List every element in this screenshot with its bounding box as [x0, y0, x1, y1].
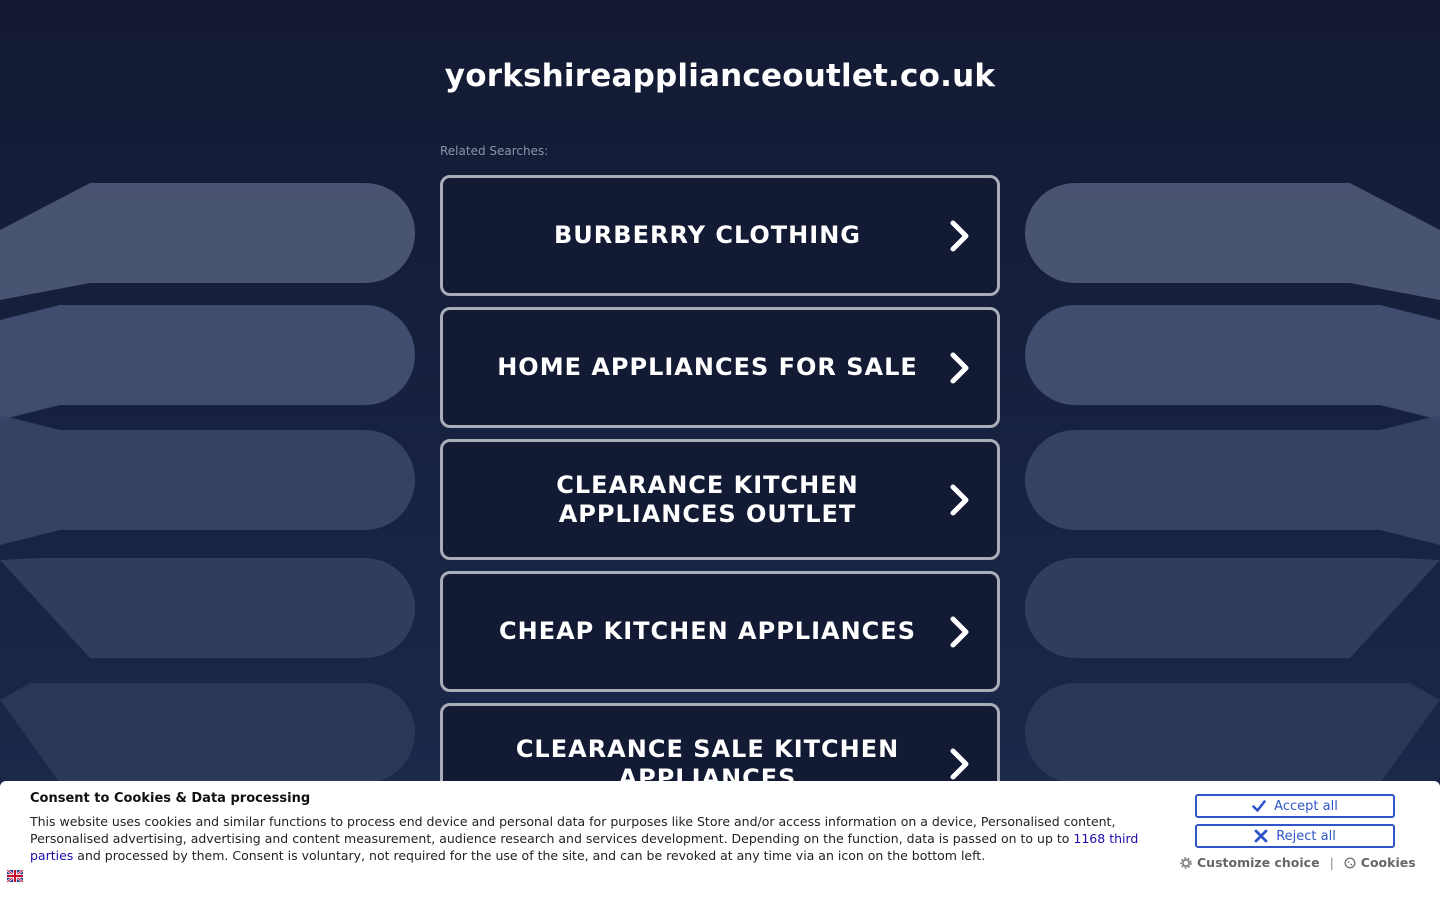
- consent-text-end: and processed by them. Consent is volunt…: [73, 848, 986, 863]
- accept-all-label: Accept all: [1274, 798, 1338, 814]
- reject-all-label: Reject all: [1276, 828, 1336, 844]
- search-item-clearance-kitchen-appliances-outlet[interactable]: CLEARANCE KITCHEN APPLIANCES OUTLET: [440, 439, 1000, 560]
- chevron-right-icon: [950, 352, 969, 383]
- accept-all-button[interactable]: Accept all: [1195, 794, 1395, 818]
- consent-text: This website uses cookies and similar fu…: [30, 813, 1165, 864]
- search-item-label: BURBERRY CLOTHING: [554, 221, 861, 249]
- search-item-home-appliances-for-sale[interactable]: HOME APPLIANCES FOR SALE: [440, 307, 1000, 428]
- chevron-right-icon: [950, 748, 969, 779]
- cookies-link[interactable]: Cookies: [1344, 855, 1416, 870]
- related-searches-list: BURBERRY CLOTHING HOME APPLIANCES FOR SA…: [440, 175, 1000, 835]
- customize-choice-link[interactable]: Customize choice: [1180, 855, 1320, 870]
- cookies-label: Cookies: [1360, 855, 1416, 870]
- chevron-right-icon: [950, 616, 969, 647]
- link-separator: |: [1329, 855, 1334, 870]
- parked-domain-page: yorkshireapplianceoutlet.co.uk Related S…: [0, 0, 1440, 900]
- search-item-label: HOME APPLIANCES FOR SALE: [497, 353, 918, 381]
- customize-choice-label: Customize choice: [1197, 855, 1320, 870]
- uk-flag-icon[interactable]: [7, 870, 23, 882]
- related-searches-label: Related Searches:: [440, 144, 549, 158]
- gear-icon: [1180, 856, 1192, 869]
- consent-secondary-links: Customize choice | Cookies: [1180, 855, 1420, 870]
- cookie-consent-banner: Consent to Cookies & Data processing Thi…: [0, 781, 1440, 900]
- consent-text-start: This website uses cookies and similar fu…: [30, 814, 1116, 846]
- search-item-label: CLEARANCE KITCHEN APPLIANCES OUTLET: [556, 470, 859, 528]
- search-item-cheap-kitchen-appliances[interactable]: CHEAP KITCHEN APPLIANCES: [440, 571, 1000, 692]
- search-item-label: CHEAP KITCHEN APPLIANCES: [499, 617, 916, 645]
- x-icon: [1254, 829, 1268, 843]
- chevron-right-icon: [950, 484, 969, 515]
- search-item-burberry-clothing[interactable]: BURBERRY CLOTHING: [440, 175, 1000, 296]
- chevron-right-icon: [950, 220, 969, 251]
- domain-title: yorkshireapplianceoutlet.co.uk: [444, 58, 996, 94]
- cookie-icon: [1344, 856, 1356, 869]
- consent-title: Consent to Cookies & Data processing: [30, 791, 311, 806]
- reject-all-button[interactable]: Reject all: [1195, 824, 1395, 848]
- check-icon: [1252, 800, 1266, 812]
